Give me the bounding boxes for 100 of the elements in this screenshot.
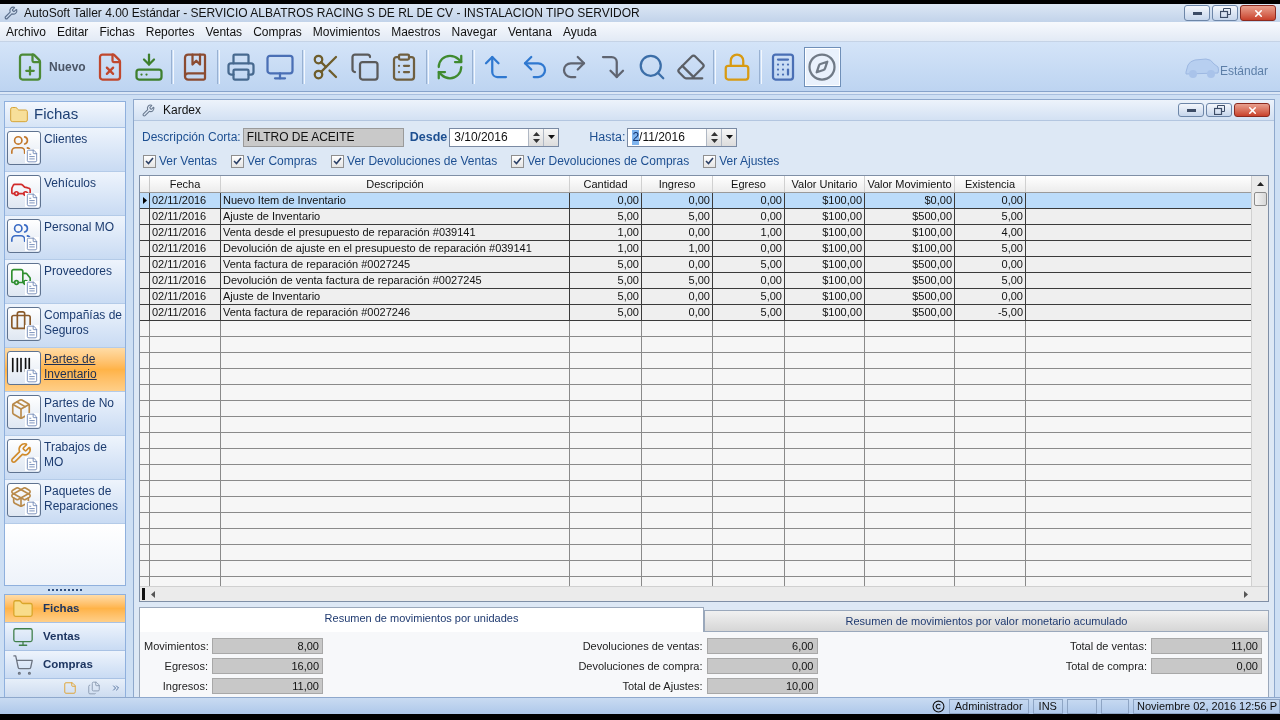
- computer-icon: [11, 625, 35, 648]
- table-cell: 1,00: [713, 225, 785, 240]
- column-header[interactable]: Descripción: [221, 176, 570, 192]
- table-cell: 5,00: [570, 273, 642, 288]
- close-button[interactable]: [1234, 103, 1270, 117]
- tab[interactable]: Resumen de movimientos por unidades: [139, 607, 704, 632]
- close-button[interactable]: [1240, 5, 1276, 21]
- table-cell: 4,00: [955, 225, 1026, 240]
- table-cell: 5,00: [955, 209, 1026, 224]
- people-icon: [7, 131, 41, 165]
- table-cell: 1,00: [642, 241, 713, 256]
- checkmark-icon: [233, 157, 243, 165]
- right-arrow-icon[interactable]: [1244, 590, 1248, 598]
- table-cell: 5,00: [642, 209, 713, 224]
- sidebar-item[interactable]: Proveedores: [5, 260, 125, 304]
- tab[interactable]: Resumen de movimientos por valor monetario acumulado: [704, 610, 1269, 632]
- column-header[interactable]: Fecha: [150, 176, 221, 192]
- field-label: Egresos:: [163, 658, 208, 674]
- menu-item[interactable]: Editar: [57, 22, 89, 41]
- menu-item[interactable]: Fichas: [99, 22, 135, 41]
- minimize-icon: [1186, 108, 1196, 112]
- scrollbar-thumb[interactable]: [142, 588, 145, 600]
- nav-button[interactable]: Fichas: [5, 595, 125, 623]
- restore-button[interactable]: [1212, 5, 1238, 21]
- table-cell: Venta factura de reparación #0027246: [221, 305, 570, 320]
- sidebar-item[interactable]: Vehículos: [5, 172, 125, 216]
- table-cell: 02/11/2016: [150, 225, 221, 240]
- menu-item[interactable]: Compras: [253, 22, 302, 41]
- column-header[interactable]: Ingreso: [642, 176, 713, 192]
- table-cell: 0,00: [955, 289, 1026, 304]
- sidebar-item[interactable]: Compañías de Seguros: [5, 304, 125, 348]
- restore-button[interactable]: [1206, 103, 1232, 117]
- checkbox[interactable]: [511, 154, 525, 168]
- column-header[interactable]: Cantidad: [570, 176, 642, 192]
- minimize-button[interactable]: [1178, 103, 1204, 117]
- column-header[interactable]: Egreso: [713, 176, 785, 192]
- minimize-button[interactable]: [1184, 5, 1210, 21]
- toolbar-button[interactable]: [803, 46, 841, 87]
- checkbox-label: Ver Devoluciones de Compras: [527, 153, 690, 170]
- menu-item[interactable]: Maestros: [391, 22, 441, 41]
- sidebar-item[interactable]: Partes de Inventario: [5, 348, 125, 392]
- table-cell: 5,00: [642, 273, 713, 288]
- new-button[interactable]: Nuevo: [12, 46, 91, 87]
- checkbox[interactable]: [143, 154, 156, 168]
- nav-button[interactable]: Ventas: [5, 623, 125, 651]
- table-cell: 0,00: [642, 305, 713, 320]
- table-cell: 5,00: [955, 241, 1026, 256]
- menu-item[interactable]: Navegar: [451, 22, 497, 41]
- table-cell: $100,00: [785, 273, 865, 288]
- vertical-scrollbar[interactable]: [1251, 176, 1268, 586]
- table-row[interactable]: 02/11/2016 Venta factura de reparación #0027246 5,00 0,00 5,00 $100,00 $500,00 -5,00: [140, 305, 1251, 321]
- table-cell: Ajuste de Inventario: [221, 289, 570, 304]
- value-field: 10,00: [706, 678, 818, 694]
- table-cell: $500,00: [865, 209, 955, 224]
- table-cell: 5,00: [570, 257, 642, 272]
- checkbox[interactable]: [231, 154, 245, 168]
- table-cell: 02/11/2016: [150, 289, 221, 304]
- table-row[interactable]: 02/11/2016 Devolución de ajuste en el presupuesto de reparación #039141 1,00 1,00 0,00 $100,00 $100,00 5,00: [140, 241, 1251, 257]
- restore-icon: [1213, 105, 1225, 115]
- table-row[interactable]: 02/11/2016 Venta factura de reparación #0027245 5,00 0,00 5,00 $100,00 $500,00 0,00: [140, 257, 1251, 273]
- table-cell: Venta desde el presupuesto de reparación #039141: [221, 225, 570, 240]
- sidebar-item[interactable]: Partes de No Inventario: [5, 392, 125, 436]
- column-header[interactable]: Valor Movimiento: [865, 176, 955, 192]
- field-label: Desde: [409, 128, 448, 146]
- table-cell: Ajuste de Inventario: [221, 209, 570, 224]
- description-field[interactable]: FILTRO DE ACEITE: [242, 127, 404, 147]
- sidebar-item[interactable]: Paquetes de Reparaciones: [5, 480, 125, 524]
- left-arrow-icon[interactable]: [151, 590, 155, 598]
- menu-item[interactable]: Ventana: [507, 22, 552, 41]
- column-header[interactable]: Valor Unitario: [785, 176, 865, 192]
- table-cell: Devolución de ajuste en el presupuesto de reparación #039141: [221, 241, 570, 256]
- table-row[interactable]: 02/11/2016 Ajuste de Inventario 5,00 0,00 5,00 $100,00 $500,00 0,00: [140, 289, 1251, 305]
- menu-item[interactable]: Ventas: [205, 22, 243, 41]
- menu-item[interactable]: Ayuda: [562, 22, 597, 41]
- table-row[interactable]: 02/11/2016 Nuevo Item de Inventario 0,00 0,00 0,00 $100,00 $0,00 0,00: [140, 193, 1251, 209]
- sidebar-item[interactable]: Clientes: [5, 128, 125, 172]
- column-header[interactable]: Existencia: [955, 176, 1026, 192]
- table-cell: 5,00: [570, 209, 642, 224]
- table-row[interactable]: 02/11/2016 Devolución de venta factura de reparación #0027245 5,00 5,00 0,00 $100,00 $500,00 5,00: [140, 273, 1251, 289]
- grip-icon[interactable]: [48, 588, 82, 592]
- nav-button[interactable]: Compras: [5, 651, 125, 679]
- table-cell: 0,00: [955, 193, 1026, 208]
- menu-item[interactable]: Movimientos: [312, 22, 381, 41]
- sidebar-item[interactable]: Personal MO: [5, 216, 125, 260]
- row-pointer-icon: [142, 197, 147, 204]
- scrollbar-thumb[interactable]: [1253, 192, 1267, 206]
- checkbox[interactable]: [703, 154, 717, 168]
- table-cell: 02/11/2016: [150, 193, 221, 208]
- table-cell: $100,00: [865, 241, 955, 256]
- sidebar-item[interactable]: Trabajos de MO: [5, 436, 125, 480]
- window-title: AutoSoft Taller 4.00 Estándar - SERVICIO ALBATROS RACING S DE RL DE CV - INSTALACION TIPO SERVIDOR: [24, 5, 640, 22]
- checkbox[interactable]: [331, 154, 345, 168]
- horizontal-scrollbar[interactable]: [140, 586, 1268, 601]
- up-arrow-icon[interactable]: [1256, 182, 1264, 186]
- table-row[interactable]: 02/11/2016 Ajuste de Inventario 5,00 5,00 0,00 $100,00 $500,00 5,00: [140, 209, 1251, 225]
- table-row[interactable]: 02/11/2016 Venta desde el presupuesto de reparación #039141 1,00 0,00 1,00 $100,00 $100,00 4,00: [140, 225, 1251, 241]
- menu-item[interactable]: Reportes: [145, 22, 195, 41]
- menu-item[interactable]: Archivo: [6, 22, 46, 41]
- table-cell: 0,00: [642, 289, 713, 304]
- checkmark-icon: [513, 157, 523, 165]
